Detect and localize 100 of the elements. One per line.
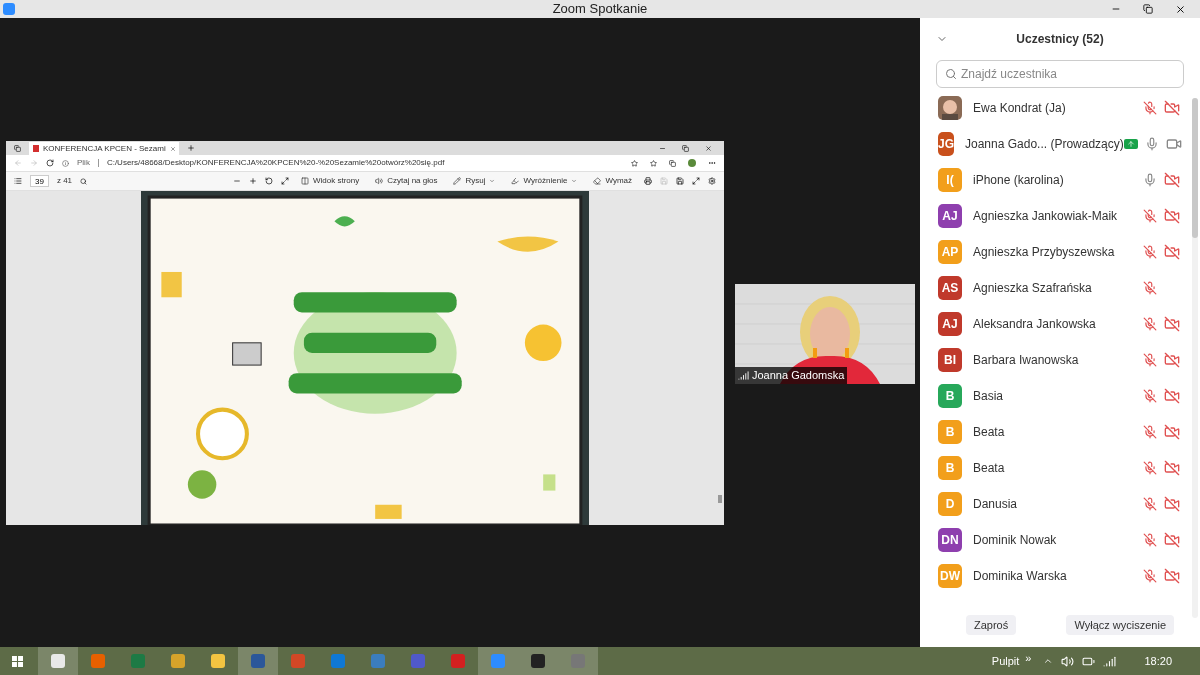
window-title: Zoom Spotkanie — [551, 0, 649, 19]
tool-icon — [453, 177, 462, 185]
save-as-icon[interactable] — [676, 177, 684, 185]
caret-icon — [571, 178, 578, 184]
zoom-in-icon[interactable] — [248, 177, 257, 185]
taskbar-app-icon[interactable] — [38, 647, 78, 675]
signal-icon[interactable] — [1103, 654, 1117, 668]
toolbar-overflow[interactable]: » — [1025, 649, 1032, 667]
toolbar-button[interactable]: Widok strony — [296, 175, 364, 187]
reload-icon[interactable] — [46, 159, 54, 167]
participant-row[interactable]: DW Dominika Warska — [920, 558, 1200, 594]
avatar: AJ — [938, 204, 962, 228]
restore-icon[interactable] — [682, 144, 689, 152]
restore-icon[interactable] — [1143, 3, 1153, 14]
video-off-icon[interactable] — [1164, 244, 1180, 260]
video-off-icon[interactable] — [1164, 172, 1180, 188]
zoom-out-icon[interactable] — [232, 177, 241, 185]
contents-icon[interactable] — [14, 177, 22, 185]
start-icon[interactable] — [12, 655, 23, 667]
participant-row[interactable]: Ewa Kondrat (Ja) — [920, 90, 1200, 126]
video-off-icon[interactable] — [1164, 352, 1180, 368]
more-icon[interactable] — [708, 159, 716, 167]
avatar: I( — [938, 168, 962, 192]
muted-mic-icon[interactable] — [1143, 281, 1157, 295]
video-off-icon[interactable] — [1164, 532, 1180, 548]
muted-mic-icon[interactable] — [1143, 245, 1157, 259]
scrollbar[interactable] — [1192, 98, 1198, 618]
settings-icon[interactable] — [708, 177, 716, 185]
participant-name: iPhone (karolina) — [973, 172, 1064, 189]
participant-name: Dominika Warska — [973, 568, 1067, 585]
avatar: DN — [938, 528, 962, 552]
toolbar-button[interactable]: Czytaj na głos — [371, 175, 442, 187]
taskbar-app-icon[interactable] — [238, 647, 278, 675]
muted-mic-icon[interactable] — [1143, 533, 1157, 547]
browser-tab[interactable]: KONFERENCJA KPCEN - Sezami — [29, 142, 179, 155]
muted-mic-icon[interactable] — [1143, 353, 1157, 367]
participant-row[interactable]: JG Joanna Gado... (Prowadzący) — [920, 126, 1200, 162]
toolbar-button[interactable]: Rysuj — [449, 175, 500, 187]
participant-row[interactable]: B Beata — [920, 450, 1200, 486]
participant-row[interactable]: D Danusia — [920, 486, 1200, 522]
video-off-icon[interactable] — [1164, 316, 1180, 332]
video-off-icon[interactable] — [1164, 100, 1180, 116]
muted-mic-icon[interactable] — [1143, 101, 1157, 115]
panel-button[interactable]: Wyłącz wyciszenie — [1066, 615, 1174, 635]
video-off-icon[interactable] — [1164, 496, 1180, 512]
video-off-icon[interactable] — [1164, 424, 1180, 440]
file-label: Plik — [77, 157, 90, 169]
zoom-logo-icon — [3, 3, 15, 15]
avatar: B — [938, 420, 962, 444]
participant-row[interactable]: DN Dominik Nowak — [920, 522, 1200, 558]
muted-mic-icon[interactable] — [1143, 461, 1157, 475]
video-off-icon[interactable] — [1164, 568, 1180, 584]
rotate-icon[interactable] — [264, 177, 273, 185]
participant-row[interactable]: I( iPhone (karolina) — [920, 162, 1200, 198]
search-field[interactable]: Znajdź uczestnika — [936, 60, 1184, 88]
toolbar-button[interactable]: Wyróżnienie — [507, 175, 582, 187]
url-field[interactable]: C:/Users/48668/Desktop/KONFERENCJA%20KPCEN%20-%20Sezamie%20otwórz%20się.pdf — [106, 157, 445, 169]
video-off-icon[interactable] — [1164, 388, 1180, 404]
search-icon — [945, 68, 957, 80]
profile-icon[interactable] — [688, 159, 696, 167]
print-icon[interactable] — [644, 177, 652, 185]
mic-icon[interactable] — [1144, 137, 1159, 151]
fullscreen-icon[interactable] — [692, 177, 700, 185]
panel-button[interactable]: Zaproś — [966, 615, 1017, 635]
video-icon[interactable] — [1165, 136, 1182, 152]
desktop-label[interactable]: Pulpit — [991, 652, 1020, 670]
page-total: z 41 — [56, 175, 73, 187]
muted-mic-icon[interactable] — [1143, 209, 1157, 223]
participant-row[interactable]: AJ Agnieszka Jankowiak-Maik — [920, 198, 1200, 234]
video-off-icon[interactable] — [1164, 460, 1180, 476]
muted-mic-icon[interactable] — [1143, 497, 1157, 511]
participant-row[interactable]: AJ Aleksandra Jankowska — [920, 306, 1200, 342]
tray-expand-icon[interactable] — [1043, 656, 1054, 666]
close-icon[interactable] — [1175, 3, 1186, 15]
page-field[interactable]: 39 — [30, 175, 49, 187]
new-tab-icon[interactable] — [187, 144, 195, 152]
toolbar-button[interactable]: Wymaż — [589, 175, 636, 187]
tool-icon — [593, 177, 602, 185]
favorite-icon[interactable] — [631, 159, 638, 167]
participant-row[interactable]: B Basia — [920, 378, 1200, 414]
search-icon[interactable] — [80, 177, 88, 185]
mic-icon[interactable] — [1143, 173, 1157, 187]
volume-icon[interactable] — [1061, 654, 1075, 668]
participant-row[interactable]: AP Agnieszka Przybyszewska — [920, 234, 1200, 270]
muted-mic-icon[interactable] — [1143, 569, 1157, 583]
muted-mic-icon[interactable] — [1143, 425, 1157, 439]
info-icon[interactable] — [62, 159, 69, 167]
avatar: B — [938, 456, 962, 480]
avatar: DW — [938, 564, 962, 588]
clock[interactable]: 18:20 — [1144, 652, 1172, 670]
video-off-icon[interactable] — [1164, 208, 1180, 224]
participant-row[interactable]: B Beata — [920, 414, 1200, 450]
muted-mic-icon[interactable] — [1143, 389, 1157, 403]
participant-name: Barbara Iwanowska — [973, 352, 1079, 369]
fit-icon[interactable] — [280, 177, 289, 185]
favorites-icon[interactable] — [650, 159, 657, 167]
collections-icon[interactable] — [669, 159, 676, 167]
participant-row[interactable]: AS Agnieszka Szafrańska — [920, 270, 1200, 306]
participant-row[interactable]: BI Barbara Iwanowska — [920, 342, 1200, 378]
muted-mic-icon[interactable] — [1143, 317, 1157, 331]
